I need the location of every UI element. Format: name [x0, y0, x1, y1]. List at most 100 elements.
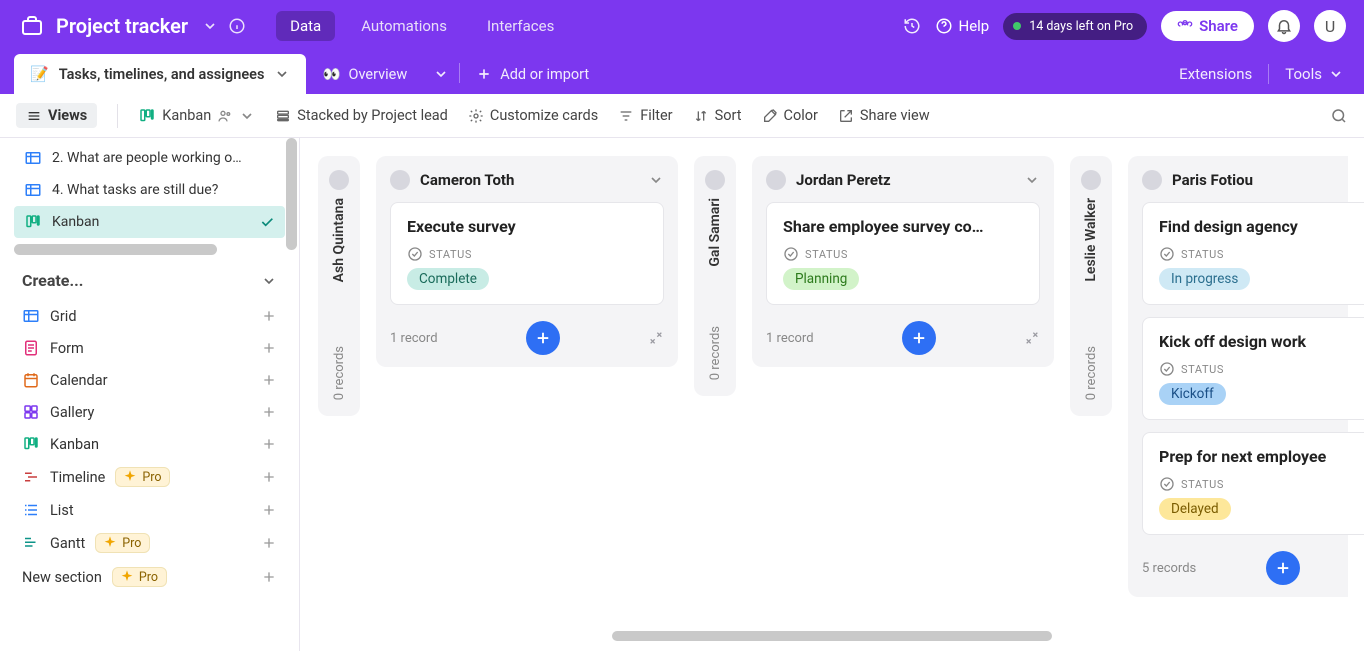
history-icon[interactable]: [903, 17, 921, 35]
plus-icon[interactable]: [261, 535, 277, 551]
filter-button[interactable]: Filter: [618, 107, 672, 124]
kanban-card[interactable]: Kick off design work STATUS Kickoff: [1142, 317, 1364, 420]
top-nav: Data Automations Interfaces: [276, 11, 568, 41]
lane-name: Jordan Peretz: [796, 171, 1014, 189]
tools-button[interactable]: Tools: [1285, 65, 1344, 83]
item-label: Form: [50, 340, 84, 357]
sidebar-scrollbar-x[interactable]: [14, 244, 217, 255]
app-title[interactable]: Project tracker: [56, 14, 188, 38]
chevron-down-icon[interactable]: [274, 66, 290, 82]
lane-collapsed-ash[interactable]: Ash Quintana 0 records: [318, 156, 360, 416]
chevron-down-icon[interactable]: [648, 172, 664, 188]
lane-count: 5 records: [1142, 561, 1196, 576]
plus-icon[interactable]: [261, 404, 277, 420]
lane-count: 0 records: [708, 326, 723, 380]
grid-icon: [24, 181, 42, 199]
table-tab-chevron[interactable]: [423, 54, 459, 94]
trial-pill[interactable]: 14 days left on Pro: [1003, 13, 1147, 40]
lane-footer: 1 record: [390, 321, 664, 355]
create-new-section[interactable]: New section Pro: [14, 560, 285, 594]
add-record-button[interactable]: [1266, 551, 1300, 585]
sidebar-scrollbar-y[interactable]: [286, 138, 297, 250]
kanban-icon: [22, 435, 40, 453]
status-pill: Delayed: [1159, 498, 1231, 520]
create-gantt[interactable]: Gantt Pro: [14, 526, 285, 560]
chevron-down-icon[interactable]: [1024, 172, 1040, 188]
views-sidebar: 2. What are people working o… 4. What ta…: [0, 138, 300, 651]
board-scrollbar-x[interactable]: [612, 631, 1052, 641]
stacked-by-button[interactable]: Stacked by Project lead: [275, 107, 448, 124]
plus-icon[interactable]: [261, 502, 277, 518]
kanban-card[interactable]: Share employee survey co… STATUS Plannin…: [766, 202, 1040, 305]
sidebar-view-item[interactable]: 4. What tasks are still due?: [14, 174, 285, 206]
plus-icon[interactable]: [261, 372, 277, 388]
color-button[interactable]: Color: [762, 107, 818, 124]
share-button[interactable]: Share: [1161, 11, 1254, 41]
collapse-lane-icon[interactable]: [648, 330, 664, 346]
lane-collapsed-gal[interactable]: Gal Samari 0 records: [694, 156, 736, 396]
create-gallery[interactable]: Gallery: [14, 396, 285, 428]
customize-cards-button[interactable]: Customize cards: [468, 107, 598, 124]
sidebar-view-item[interactable]: 2. What are people working o…: [14, 142, 285, 174]
table-tab-active[interactable]: 📝 Tasks, timelines, and assignees: [14, 54, 306, 94]
status-pill: Planning: [783, 268, 859, 290]
lane-cameron: Cameron Toth Execute survey STATUS Compl…: [376, 156, 678, 367]
extensions-button[interactable]: Extensions: [1179, 65, 1252, 83]
collapse-lane-icon[interactable]: [1024, 330, 1040, 346]
card-title: Find design agency: [1159, 217, 1355, 236]
plus-icon[interactable]: [261, 436, 277, 452]
item-label: Grid: [50, 308, 77, 325]
create-calendar[interactable]: Calendar: [14, 364, 285, 396]
notifications-button[interactable]: [1268, 10, 1300, 42]
lane-header[interactable]: Paris Fotiou: [1142, 170, 1364, 190]
plus-icon[interactable]: [261, 569, 277, 585]
table-emoji-icon: 📝: [30, 65, 49, 83]
create-kanban[interactable]: Kanban: [14, 428, 285, 460]
lane-header[interactable]: Cameron Toth: [390, 170, 664, 190]
create-grid[interactable]: Grid: [14, 300, 285, 332]
avatar: [329, 170, 349, 190]
chevron-down-icon: [261, 273, 277, 289]
nav-data[interactable]: Data: [276, 11, 335, 41]
search-icon: [1330, 107, 1348, 125]
help-button[interactable]: Help: [935, 17, 990, 35]
status-pill: Complete: [407, 268, 489, 290]
nav-interfaces[interactable]: Interfaces: [473, 11, 568, 41]
kanban-card[interactable]: Execute survey STATUS Complete: [390, 202, 664, 305]
add-or-import-button[interactable]: Add or import: [460, 54, 605, 94]
plus-icon[interactable]: [261, 469, 277, 485]
sort-button[interactable]: Sort: [693, 107, 742, 124]
create-timeline[interactable]: Timeline Pro: [14, 460, 285, 494]
lane-collapsed-leslie[interactable]: Leslie Walker 0 records: [1070, 156, 1112, 416]
lane-count: 0 records: [332, 346, 347, 400]
kanban-card[interactable]: Prep for next employee STATUS Delayed: [1142, 432, 1364, 535]
nav-automations[interactable]: Automations: [347, 11, 461, 41]
plus-icon[interactable]: [261, 340, 277, 356]
people-icon[interactable]: [217, 108, 233, 124]
base-icon[interactable]: [18, 12, 46, 40]
views-toggle-button[interactable]: Views: [16, 103, 97, 128]
sidebar-view-item-selected[interactable]: Kanban: [14, 206, 285, 238]
tabs-right: Extensions Tools: [1179, 54, 1364, 94]
add-record-button[interactable]: [902, 321, 936, 355]
info-icon[interactable]: [228, 17, 246, 35]
create-form[interactable]: Form: [14, 332, 285, 364]
table-tab-overview[interactable]: 👀 Overview: [306, 54, 423, 94]
grid-icon: [22, 307, 40, 325]
share-view-button[interactable]: Share view: [838, 107, 930, 124]
views-label: Views: [48, 107, 87, 124]
status-label-text: STATUS: [1181, 248, 1224, 261]
app-menu-chevron-icon[interactable]: [202, 18, 218, 34]
chevron-down-icon[interactable]: [239, 108, 255, 124]
kanban-card[interactable]: Find design agency STATUS In progress: [1142, 202, 1364, 305]
lane-header[interactable]: Jordan Peretz: [766, 170, 1040, 190]
account-button[interactable]: U: [1314, 10, 1346, 42]
table-search-button[interactable]: [1330, 107, 1348, 125]
add-record-button[interactable]: [526, 321, 560, 355]
plus-icon[interactable]: [261, 308, 277, 324]
sidebar-create-header[interactable]: Create...: [14, 261, 285, 300]
separator: [117, 104, 118, 128]
view-type-kanban[interactable]: Kanban: [138, 107, 255, 125]
tools-label: Tools: [1285, 65, 1322, 83]
create-list-view[interactable]: List: [14, 494, 285, 526]
